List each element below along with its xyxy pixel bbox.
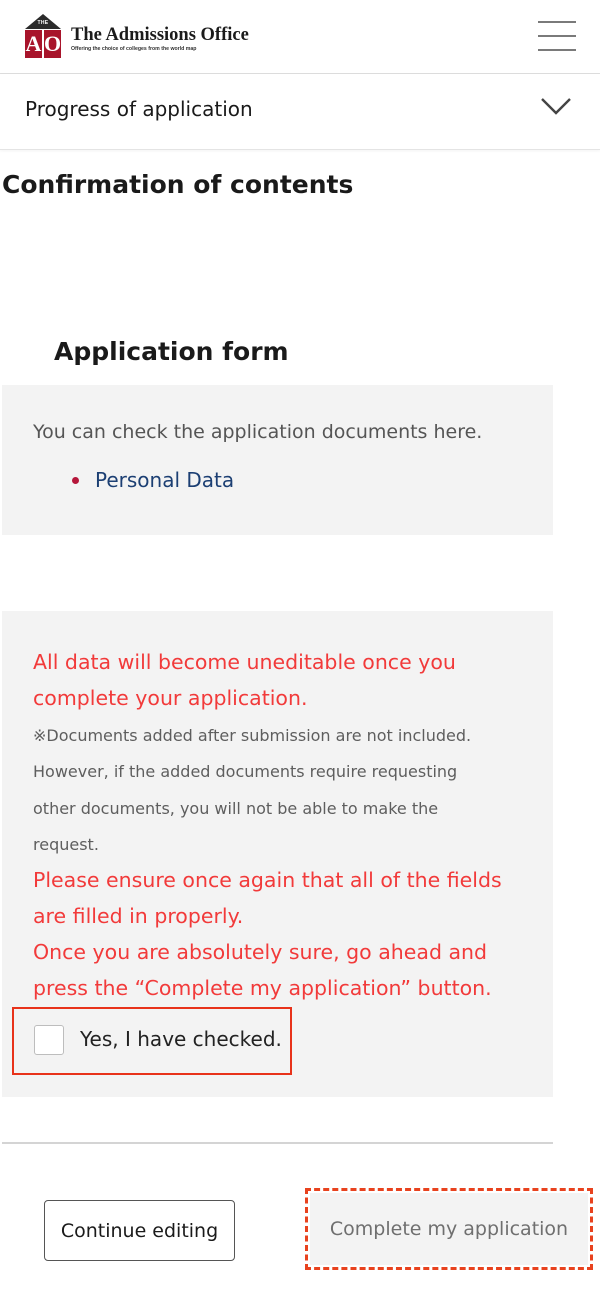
documents-intro: You can check the application documents … bbox=[33, 421, 483, 443]
note-text: request. bbox=[33, 835, 99, 854]
warning-text: Once you are absolutely sure, go ahead a… bbox=[33, 940, 488, 964]
warning-text: are filled in properly. bbox=[33, 904, 244, 928]
note-text: other documents, you will not be able to… bbox=[33, 799, 439, 818]
warning-text: complete your application. bbox=[33, 686, 308, 710]
complete-application-button[interactable]: Complete my application bbox=[310, 1193, 588, 1265]
logo-letter-a: A bbox=[25, 30, 42, 58]
progress-label: Progress of application bbox=[25, 97, 253, 121]
site-logo[interactable]: THE A O The Admissions Office Offering t… bbox=[24, 14, 249, 60]
complete-button-highlight: Complete my application bbox=[305, 1188, 593, 1270]
chevron-down-icon[interactable] bbox=[540, 97, 572, 115]
hamburger-menu-icon[interactable] bbox=[538, 20, 576, 52]
confirm-checkbox[interactable] bbox=[34, 1025, 64, 1055]
logo-tagline: Offering the choice of colleges from the… bbox=[71, 46, 197, 52]
warning-text: press the “Complete my application” butt… bbox=[33, 976, 492, 1000]
warning-text: All data will become uneditable once you bbox=[33, 650, 456, 674]
hamburger-line bbox=[538, 35, 576, 37]
warning-text: Please ensure once again that all of the… bbox=[33, 868, 502, 892]
logo-letter-o: O bbox=[44, 30, 62, 58]
note-text: However, if the added documents require … bbox=[33, 762, 458, 781]
logo-mark-icon: THE A O bbox=[24, 14, 62, 60]
hamburger-line bbox=[538, 49, 576, 51]
confirmation-panel: All data will become uneditable once you… bbox=[2, 611, 553, 1097]
divider bbox=[2, 1142, 553, 1144]
logo-title: The Admissions Office bbox=[71, 25, 249, 45]
document-list-item: Personal Data bbox=[72, 468, 234, 492]
note-text: ※Documents added after submission are no… bbox=[33, 726, 472, 745]
personal-data-link[interactable]: Personal Data bbox=[95, 468, 234, 492]
confirm-checkbox-highlight[interactable]: Yes, I have checked. bbox=[12, 1007, 292, 1075]
site-header: THE A O The Admissions Office Offering t… bbox=[0, 0, 600, 74]
hamburger-line bbox=[538, 21, 576, 23]
page: THE A O The Admissions Office Offering t… bbox=[0, 0, 600, 1297]
logo-text: The Admissions Office Offering the choic… bbox=[71, 14, 249, 53]
logo-the: THE bbox=[37, 20, 49, 26]
continue-editing-button[interactable]: Continue editing bbox=[44, 1200, 235, 1261]
documents-panel: You can check the application documents … bbox=[2, 385, 553, 535]
page-title: Confirmation of contents bbox=[2, 170, 354, 199]
progress-accordion[interactable]: Progress of application bbox=[0, 74, 600, 150]
application-form-title: Application form bbox=[54, 337, 289, 366]
confirm-checkbox-label[interactable]: Yes, I have checked. bbox=[80, 1027, 282, 1051]
bullet-icon bbox=[72, 476, 79, 484]
